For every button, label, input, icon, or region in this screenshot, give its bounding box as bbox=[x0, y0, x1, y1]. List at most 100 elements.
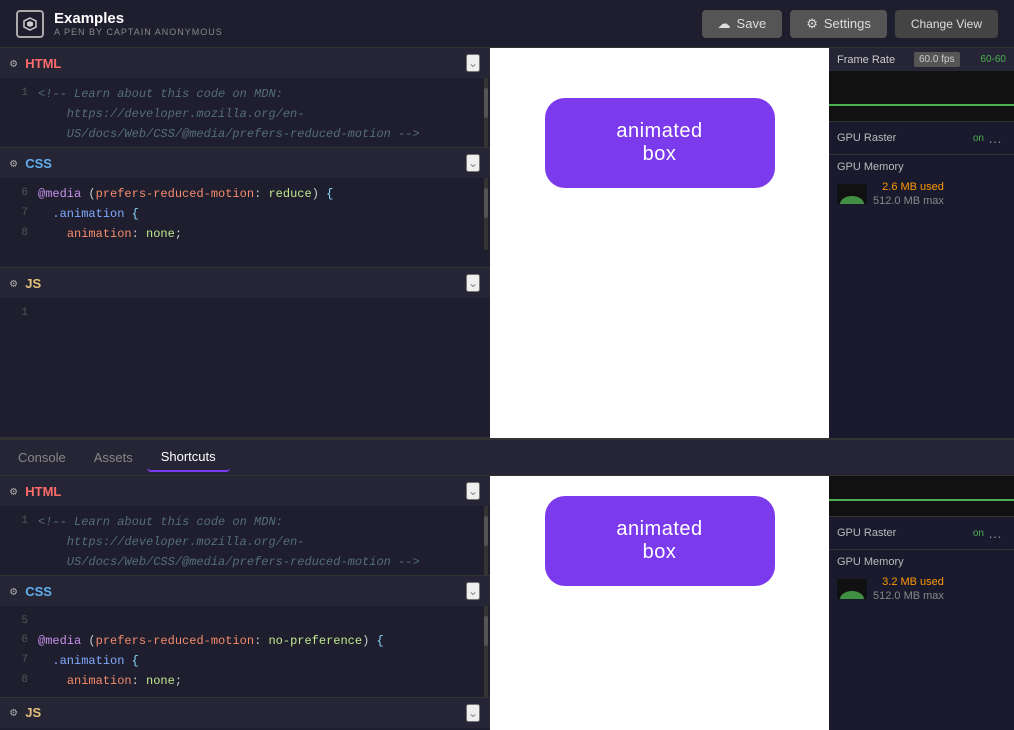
js-section-bottom: ⚙ JS ⌄ bbox=[0, 698, 490, 730]
bottom-mem-max: 512.0 MB max bbox=[873, 590, 944, 602]
tab-assets[interactable]: Assets bbox=[80, 444, 147, 471]
html-code-area-bottom[interactable]: 1 <!-- Learn about this code on MDN: htt… bbox=[0, 506, 490, 575]
html-section-top: ⚙ HTML ⌄ 1 <!-- Learn about this code on… bbox=[0, 48, 490, 148]
save-button[interactable]: ☁ Save bbox=[702, 10, 783, 38]
header-buttons: ☁ Save ⚙ Settings Change View bbox=[702, 10, 998, 38]
code-line: 1 bbox=[0, 304, 490, 323]
code-line: 8 animation: none; bbox=[0, 671, 490, 691]
app-header: Examples A PEN BY CAPTAIN ANONYMOUS ☁ Sa… bbox=[0, 0, 1014, 48]
save-label: Save bbox=[737, 16, 767, 31]
js-gear-icon-bottom[interactable]: ⚙ bbox=[10, 705, 17, 720]
bottom-frame-graph bbox=[829, 476, 1014, 516]
gpu-raster-row: GPU Raster on … bbox=[829, 121, 1014, 154]
css-code-area-top[interactable]: 6 @media (prefers-reduced-motion: reduce… bbox=[0, 178, 490, 250]
main-content: ⚙ HTML ⌄ 1 <!-- Learn about this code on… bbox=[0, 48, 1014, 730]
bottom-pane: ⚙ HTML ⌄ 1 <!-- Learn about this code on… bbox=[0, 476, 1014, 730]
frame-rate-graph bbox=[829, 71, 1014, 121]
gpu-memory-section: GPU Memory 2.6 MB used 512.0 MB max bbox=[829, 154, 1014, 213]
gpu-raster-menu[interactable]: … bbox=[984, 128, 1006, 148]
css-title-bottom: CSS bbox=[25, 584, 458, 599]
code-line: 7 .animation { bbox=[0, 204, 490, 224]
css-gear-icon[interactable]: ⚙ bbox=[10, 156, 17, 171]
change-view-button[interactable]: Change View bbox=[895, 10, 998, 38]
top-editor: ⚙ HTML ⌄ 1 <!-- Learn about this code on… bbox=[0, 48, 490, 438]
html-gear-icon[interactable]: ⚙ bbox=[10, 56, 17, 71]
js-title-bottom: JS bbox=[25, 705, 458, 720]
html-code-area-top[interactable]: 1 <!-- Learn about this code on MDN: htt… bbox=[0, 78, 490, 147]
bottom-mem-used: 3.2 MB used bbox=[882, 576, 944, 588]
js-section-top: ⚙ JS ⌄ 1 bbox=[0, 268, 490, 438]
html-title-bottom: HTML bbox=[25, 484, 458, 499]
code-line: 1 <!-- Learn about this code on MDN: bbox=[0, 84, 490, 104]
js-collapse-top[interactable]: ⌄ bbox=[466, 274, 480, 292]
code-line: 6 @media (prefers-reduced-motion: no-pre… bbox=[0, 631, 490, 651]
bottom-memory-values: 3.2 MB used 512.0 MB max bbox=[873, 572, 944, 602]
settings-label: Settings bbox=[824, 16, 871, 31]
gpu-memory-graph bbox=[837, 184, 867, 204]
bottom-preview: animated box bbox=[490, 476, 829, 730]
app-subtitle: A PEN BY CAPTAIN ANONYMOUS bbox=[54, 27, 223, 37]
css-section-bottom: ⚙ CSS ⌄ 5 6 @media (prefers-reduced-moti… bbox=[0, 576, 490, 698]
tab-console[interactable]: Console bbox=[4, 444, 80, 471]
app-name: Examples bbox=[54, 10, 223, 27]
js-title-top: JS bbox=[25, 276, 458, 291]
css-code-area-bottom[interactable]: 5 6 @media (prefers-reduced-motion: no-p… bbox=[0, 606, 490, 697]
js-collapse-bottom[interactable]: ⌄ bbox=[466, 704, 480, 722]
css-collapse-top[interactable]: ⌄ bbox=[466, 154, 480, 172]
code-line: 7 .animation { bbox=[0, 651, 490, 671]
memory-values: 2.6 MB used 512.0 MB max bbox=[873, 177, 944, 207]
bottom-gpu-raster-row: GPU Raster on … bbox=[829, 516, 1014, 549]
gpu-raster-status: on bbox=[973, 133, 984, 144]
fps-badge: 60.0 fps bbox=[914, 52, 960, 67]
animated-box-top: animated box bbox=[545, 98, 775, 188]
code-line: US/docs/Web/CSS/@media/prefers-reduced-m… bbox=[0, 552, 490, 572]
code-line: US/docs/Web/CSS/@media/prefers-reduced-m… bbox=[0, 124, 490, 144]
html-title-top: HTML bbox=[25, 56, 458, 71]
bottom-gpu-memory-section: GPU Memory 3.2 MB used 512.0 MB max bbox=[829, 549, 1014, 608]
html-collapse-bottom[interactable]: ⌄ bbox=[466, 482, 480, 500]
gpu-raster-label: GPU Raster bbox=[837, 132, 973, 144]
frame-rate-label: Frame Rate bbox=[837, 54, 895, 66]
mem-used: 2.6 MB used bbox=[882, 181, 944, 193]
graph-line bbox=[829, 104, 1014, 106]
change-view-label: Change View bbox=[911, 17, 982, 31]
top-pane: ⚙ HTML ⌄ 1 <!-- Learn about this code on… bbox=[0, 48, 1014, 438]
bottom-gpu-memory-label: GPU Memory bbox=[837, 556, 1006, 568]
html-header-top: ⚙ HTML ⌄ bbox=[0, 48, 490, 78]
html-header-bottom: ⚙ HTML ⌄ bbox=[0, 476, 490, 506]
css-header-bottom: ⚙ CSS ⌄ bbox=[0, 576, 490, 606]
js-code-area-top[interactable]: 1 bbox=[0, 298, 490, 329]
cloud-icon: ☁ bbox=[718, 16, 731, 32]
gpu-memory-label: GPU Memory bbox=[837, 161, 1006, 173]
top-perf-panel: Frame Rate 60.0 fps 60-60 GPU Raster on … bbox=[829, 48, 1014, 438]
animated-box-bottom: animated box bbox=[545, 496, 775, 586]
mem-max: 512.0 MB max bbox=[873, 195, 944, 207]
bottom-gpu-memory-graph bbox=[837, 579, 867, 599]
css-header-top: ⚙ CSS ⌄ bbox=[0, 148, 490, 178]
css-title-top: CSS bbox=[25, 156, 458, 171]
code-line: https://developer.mozilla.org/en- bbox=[0, 104, 490, 124]
logo-icon bbox=[16, 10, 44, 38]
frame-rate-header: Frame Rate 60.0 fps 60-60 bbox=[829, 48, 1014, 71]
css-collapse-bottom[interactable]: ⌄ bbox=[466, 582, 480, 600]
html-gear-icon-bottom[interactable]: ⚙ bbox=[10, 484, 17, 499]
code-line: https://developer.mozilla.org/en- bbox=[0, 532, 490, 552]
bottom-gpu-raster-menu[interactable]: … bbox=[984, 523, 1006, 543]
bottom-gpu-raster-label: GPU Raster bbox=[837, 527, 973, 539]
console-tabs-bar: Console Assets Shortcuts bbox=[0, 438, 1014, 476]
logo-text: Examples A PEN BY CAPTAIN ANONYMOUS bbox=[54, 10, 223, 37]
bottom-gpu-raster-status: on bbox=[973, 528, 984, 539]
js-header-top: ⚙ JS ⌄ bbox=[0, 268, 490, 298]
fps-green: 60-60 bbox=[980, 54, 1006, 65]
code-line: 6 @media (prefers-reduced-motion: reduce… bbox=[0, 184, 490, 204]
css-gear-icon-bottom[interactable]: ⚙ bbox=[10, 584, 17, 599]
js-header-bottom: ⚙ JS ⌄ bbox=[0, 698, 490, 728]
html-section-bottom: ⚙ HTML ⌄ 1 <!-- Learn about this code on… bbox=[0, 476, 490, 576]
bottom-graph-line bbox=[829, 499, 1014, 501]
code-line: 5 bbox=[0, 612, 490, 631]
settings-button[interactable]: ⚙ Settings bbox=[790, 10, 887, 38]
html-collapse-top[interactable]: ⌄ bbox=[466, 54, 480, 72]
tab-shortcuts[interactable]: Shortcuts bbox=[147, 443, 230, 472]
js-gear-icon[interactable]: ⚙ bbox=[10, 276, 17, 291]
top-preview: animated box bbox=[490, 48, 829, 438]
